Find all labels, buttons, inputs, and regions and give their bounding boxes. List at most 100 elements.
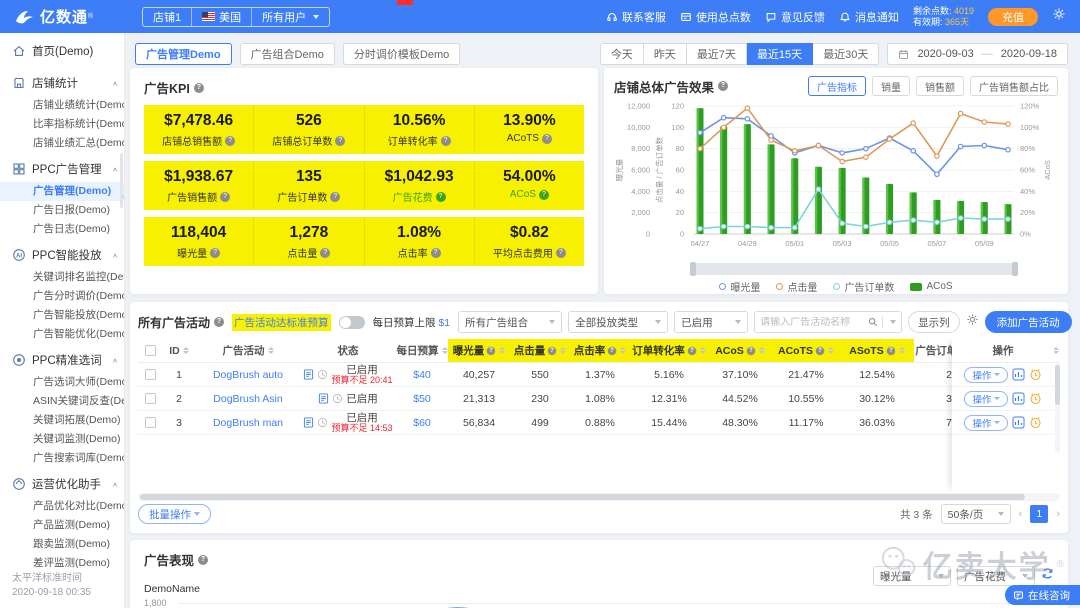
chevron-up-icon[interactable]: ∧ (112, 480, 118, 487)
row-report-icon[interactable] (1012, 392, 1025, 405)
row-checkbox[interactable] (145, 393, 156, 404)
column-header-asots[interactable]: ASoTS? (840, 339, 914, 362)
table-settings-button[interactable] (966, 313, 979, 331)
tab-0[interactable]: 广告管理Demo (135, 43, 232, 65)
info-icon[interactable]: ? (436, 192, 446, 202)
column-header-campaign[interactable]: 广告活动 (196, 339, 300, 362)
store-users[interactable]: 所有用户 (251, 8, 329, 26)
store-name[interactable]: 店铺1 (143, 8, 191, 26)
sidebar-group-2[interactable]: AIPPC智能投放∧ (0, 239, 124, 268)
sidebar-item-3-3[interactable]: 关键词监测(Demo) (0, 430, 124, 449)
row-action-button[interactable]: 操作 (964, 415, 1007, 431)
sidebar-item-1-0[interactable]: 广告管理(Demo) (0, 182, 124, 201)
info-icon[interactable]: ? (542, 134, 552, 144)
sort-icon[interactable] (560, 347, 566, 354)
info-icon[interactable]: ? (214, 317, 224, 327)
legend-item-广告订单数[interactable]: 广告订单数 (833, 279, 894, 294)
campaign-link[interactable]: DogBrush Asin (213, 393, 282, 405)
search-mode-chevron[interactable] (890, 320, 896, 324)
menu-points-package[interactable]: 使用总点数 (680, 9, 751, 25)
tab-1[interactable]: 广告组合Demo (240, 43, 335, 65)
campaign-search-input[interactable] (760, 317, 864, 328)
info-icon[interactable]: ? (487, 346, 496, 355)
chart-datazoom-slider[interactable] (690, 263, 1018, 275)
sidebar-item-2-3[interactable]: 广告智能优化(Demo) (0, 325, 124, 344)
row-report-icon[interactable] (1012, 368, 1025, 381)
sidebar-item-0-0[interactable]: 店铺业绩统计(Demo) (0, 96, 124, 115)
info-icon[interactable]: ? (194, 83, 204, 93)
info-icon[interactable]: ? (431, 248, 441, 258)
sidebar-item-4-3[interactable]: 差评监测(Demo) (0, 554, 124, 573)
bulk-actions-button[interactable]: 批量操作 (138, 504, 211, 524)
clock-icon[interactable] (332, 393, 343, 404)
select-all-checkbox[interactable] (145, 345, 156, 356)
campaign-link[interactable]: DogBrush man (213, 417, 283, 429)
sidebar-group-3[interactable]: PPC精准选词∧ (0, 344, 124, 373)
info-icon[interactable]: ? (886, 346, 895, 355)
column-header-clicks[interactable]: 点击量? (510, 339, 570, 362)
info-icon[interactable]: ? (718, 81, 728, 91)
preset-0[interactable]: 今天 (600, 43, 644, 65)
column-header-acos[interactable]: ACoS? (708, 339, 772, 362)
chevron-up-icon[interactable]: ∧ (112, 79, 118, 86)
sort-icon[interactable] (442, 347, 448, 354)
info-icon[interactable]: ? (220, 192, 230, 202)
filter-portfolio-select[interactable]: 所有广告组合 (458, 311, 562, 333)
preset-4[interactable]: 最近30天 (813, 43, 879, 65)
sidebar-item-0-1[interactable]: 比率指标统计(Demo) (0, 115, 124, 134)
date-start[interactable]: 2020-09-03 (917, 48, 973, 60)
report-doc-icon[interactable] (303, 417, 314, 428)
budget-alert-toggle[interactable] (339, 316, 365, 329)
report-doc-icon[interactable] (303, 369, 314, 380)
menu-notifications[interactable]: 消息通知 (839, 9, 899, 25)
row-schedule-icon[interactable] (1029, 392, 1042, 405)
perf-metric-select-1[interactable]: 曝光量 (873, 566, 951, 586)
sidebar-item-1-2[interactable]: 广告日志(Demo) (0, 220, 124, 239)
slider-handle-right[interactable] (1012, 262, 1018, 276)
row-action-button[interactable]: 操作 (964, 367, 1007, 383)
column-header-status[interactable]: 状态 (300, 339, 396, 362)
preset-3[interactable]: 最近15天 (747, 43, 813, 65)
info-icon[interactable]: ? (556, 248, 566, 258)
sort-icon[interactable] (700, 347, 706, 354)
row-report-icon[interactable] (1012, 416, 1025, 429)
column-header-cvr[interactable]: 订单转化率? (630, 339, 708, 362)
column-header-ctr[interactable]: 点击率? (570, 339, 630, 362)
legend-item-曝光量[interactable]: 曝光量 (719, 279, 760, 294)
column-header-acots[interactable]: ACoTS? (772, 339, 840, 362)
sidebar-item-home[interactable]: 首页(Demo) (0, 33, 124, 67)
preset-1[interactable]: 昨天 (644, 43, 687, 65)
slider-handle-left[interactable] (690, 262, 696, 276)
column-header-id[interactable]: ID (162, 339, 196, 362)
chevron-up-icon[interactable]: ∧ (112, 165, 118, 172)
tab-2[interactable]: 分时调价模板Demo (343, 43, 460, 65)
date-range-picker[interactable]: 2020-09-03 — 2020-09-18 (887, 43, 1068, 65)
store-region[interactable]: 美国 (191, 8, 251, 26)
row-schedule-icon[interactable] (1029, 416, 1042, 429)
clock-icon[interactable] (317, 417, 328, 428)
sidebar-item-2-0[interactable]: 关键词排名监控(Demo) (0, 268, 124, 287)
info-icon[interactable]: ? (539, 190, 549, 200)
table-horizontal-scrollbar[interactable] (138, 493, 1060, 501)
report-doc-icon[interactable] (318, 393, 329, 404)
info-icon[interactable]: ? (608, 346, 617, 355)
budget-value[interactable]: $60 (413, 417, 431, 429)
sort-icon[interactable] (828, 347, 834, 354)
budget-value[interactable]: $50 (413, 393, 431, 405)
sort-icon[interactable] (620, 347, 626, 354)
date-end[interactable]: 2020-09-18 (1001, 48, 1057, 60)
info-icon[interactable]: ? (548, 346, 557, 355)
info-icon[interactable]: ? (335, 136, 345, 146)
app-logo[interactable]: 亿数通® (14, 6, 134, 27)
legend-item-点击量[interactable]: 点击量 (776, 279, 817, 294)
info-icon[interactable]: ? (320, 248, 330, 258)
menu-feedback[interactable]: 意见反馈 (765, 9, 825, 25)
filter-targeting-select[interactable]: 全部投放类型 (568, 311, 668, 333)
filter-status-select[interactable]: 已启用 (674, 311, 748, 333)
table-vertical-scrollbar[interactable] (1055, 363, 1060, 453)
row-checkbox[interactable] (145, 417, 156, 428)
sidebar-item-4-2[interactable]: 跟卖监测(Demo) (0, 535, 124, 554)
sidebar-item-1-1[interactable]: 广告日报(Demo) (0, 201, 124, 220)
legend-item-ACoS[interactable]: ACoS (910, 281, 952, 292)
display-columns-button[interactable]: 显示列 (908, 311, 960, 333)
